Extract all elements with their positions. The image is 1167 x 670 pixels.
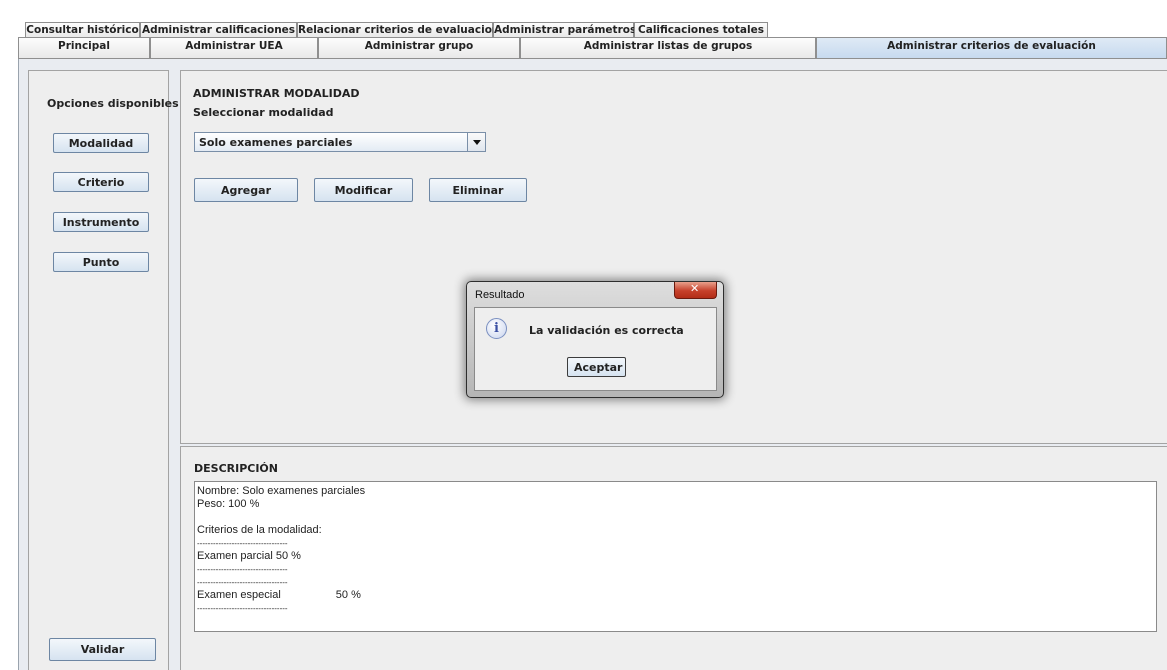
sidebar-panel (28, 70, 169, 670)
tab-consultar-historico[interactable]: Consultar histórico (25, 22, 140, 37)
desc-line: ---------------------------------- (197, 604, 288, 613)
instrumento-button[interactable]: Instrumento (53, 212, 149, 232)
modalidad-select[interactable]: Solo examenes parciales (194, 132, 486, 152)
tab-principal[interactable]: Principal (18, 37, 150, 58)
modalidad-button[interactable]: Modalidad (53, 133, 149, 153)
modificar-button[interactable]: Modificar (314, 178, 413, 202)
agregar-button[interactable]: Agregar (194, 178, 298, 202)
desc-line: Criterios de la modalidad: (197, 524, 322, 536)
modalidad-select-value: Solo examenes parciales (199, 136, 353, 149)
eliminar-button[interactable]: Eliminar (429, 178, 527, 202)
dialog-title: Resultado (475, 289, 525, 301)
tab-administrar-uea[interactable]: Administrar UEA (150, 37, 318, 58)
desc-line: ---------------------------------- (197, 578, 288, 587)
desc-line: Nombre: Solo examenes parciales (197, 485, 366, 497)
desc-line: ---------------------------------- (197, 539, 288, 548)
aceptar-button[interactable]: Aceptar (567, 357, 626, 377)
tab-administrar-parametros[interactable]: Administrar parámetros (493, 22, 636, 37)
sidebar-heading: Opciones disponibles (47, 97, 179, 110)
validar-button[interactable]: Validar (49, 638, 156, 661)
select-modalidad-label: Seleccionar modalidad (193, 106, 334, 119)
close-icon[interactable] (674, 282, 717, 299)
descripcion-textarea[interactable]: Nombre: Solo examenes parciales Peso: 10… (194, 481, 1157, 632)
modalidad-title: ADMINISTRAR MODALIDAD (193, 87, 360, 100)
tab-administrar-grupo[interactable]: Administrar grupo (318, 37, 520, 58)
desc-line: ---------------------------------- (197, 565, 288, 574)
desc-line: Examen parcial 50 % (197, 550, 301, 562)
tab-calificaciones-totales[interactable]: Calificaciones totales (634, 22, 768, 37)
descripcion-title: DESCRIPCIÓN (194, 462, 278, 475)
dialog-message: La validación es correcta (529, 324, 684, 337)
desc-line (197, 511, 1154, 524)
tab-administrar-calificaciones[interactable]: Administrar calificaciones (140, 22, 297, 37)
resultado-dialog: Resultado i La validación es correcta Ac… (466, 281, 724, 398)
info-icon: i (486, 318, 507, 339)
tab-relacionar-criterios[interactable]: Relacionar criterios de evaluacion (297, 22, 499, 37)
desc-line: Peso: 100 % (197, 498, 260, 510)
criterio-button[interactable]: Criterio (53, 172, 149, 192)
punto-button[interactable]: Punto (53, 252, 149, 272)
tab-administrar-listas-grupos[interactable]: Administrar listas de grupos (520, 37, 816, 58)
desc-line: Examen especial 50 % (197, 589, 361, 601)
tab-administrar-criterios-evaluacion[interactable]: Administrar criterios de evaluación (816, 37, 1167, 59)
dialog-body: i La validación es correcta Aceptar (474, 307, 717, 391)
chevron-down-icon[interactable] (467, 133, 485, 151)
